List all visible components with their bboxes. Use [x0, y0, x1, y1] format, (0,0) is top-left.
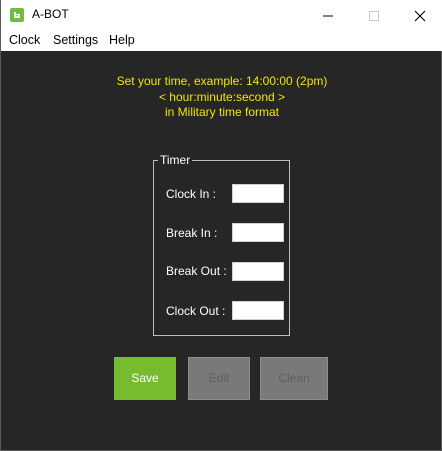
title-bar[interactable]: A-BOT: [1, 0, 442, 31]
menu-help[interactable]: Help: [109, 33, 135, 47]
instruction-line-2: < hour:minute:second >: [158, 90, 286, 104]
save-button[interactable]: Save: [114, 357, 176, 400]
close-icon: [414, 10, 426, 22]
instruction-line-3: in Military time format: [164, 105, 280, 119]
clock-in-label: Clock In :: [166, 187, 217, 201]
menu-clock[interactable]: Clock: [9, 33, 40, 47]
menu-bar: Clock Settings Help: [1, 31, 442, 51]
app-window: A-BOT Clock Settings Help Set your time,…: [0, 0, 442, 451]
clock-out-input[interactable]: [232, 301, 284, 320]
close-button[interactable]: [397, 0, 442, 31]
edit-button[interactable]: Edit: [188, 357, 250, 400]
clock-out-label: Clock Out :: [166, 304, 226, 318]
maximize-button[interactable]: [351, 0, 397, 31]
clock-in-input[interactable]: [232, 184, 284, 203]
break-in-input[interactable]: [232, 223, 284, 242]
minimize-button[interactable]: [305, 0, 351, 31]
maximize-icon: [369, 11, 379, 21]
minimize-icon: [323, 15, 333, 17]
break-out-input[interactable]: [232, 262, 284, 281]
instruction-line-1: Set your time, example: 14:00:00 (2pm): [116, 74, 328, 88]
break-in-label: Break In :: [166, 226, 218, 240]
window-title: A-BOT: [32, 7, 69, 21]
break-out-label: Break Out :: [166, 264, 227, 278]
clean-button[interactable]: Clean: [260, 357, 328, 400]
timer-group-legend: Timer: [158, 153, 193, 167]
app-logo-icon: [10, 8, 24, 22]
menu-settings[interactable]: Settings: [53, 33, 98, 47]
